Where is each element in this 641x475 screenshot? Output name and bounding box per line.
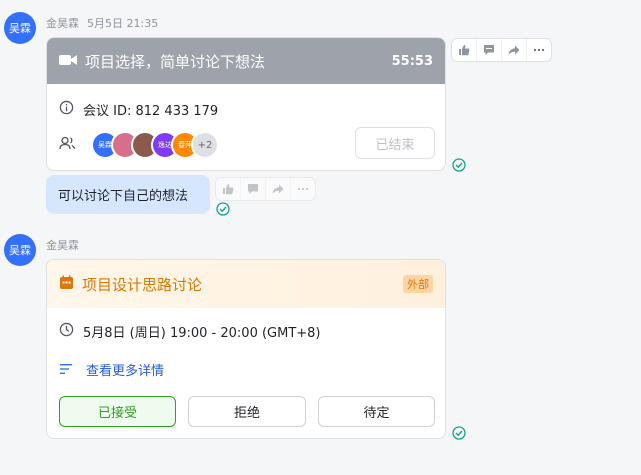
meeting-duration: 55:53 [391, 53, 433, 69]
read-receipt-icon[interactable] [452, 425, 466, 440]
read-receipt-icon[interactable] [452, 157, 466, 172]
video-camera-icon [59, 52, 77, 71]
sender-name: 金昊霖 [46, 17, 79, 30]
accepted-button[interactable]: 已接受 [59, 396, 176, 427]
thumbs-up-icon[interactable] [452, 39, 477, 61]
sender-name: 金昊霖 [46, 239, 79, 252]
meeting-card[interactable]: 项目选择，简单讨论下想法 55:53 会议 ID: 812 433 179 吴霖… [46, 37, 446, 171]
meeting-id: 会议 ID: 812 433 179 [83, 104, 219, 119]
meeting-id-row: 会议 ID: 812 433 179 [59, 100, 218, 119]
info-icon [59, 100, 74, 119]
read-receipt-icon[interactable] [216, 201, 230, 216]
reply-icon[interactable] [477, 39, 502, 61]
forward-icon[interactable] [502, 39, 527, 61]
meeting-title: 项目选择，简单讨论下想法 [85, 52, 266, 71]
more-icon[interactable] [291, 178, 315, 200]
event-time: 5月8日 (周日) 19:00 - 20:00 (GMT+8) [83, 326, 321, 341]
clock-icon [59, 322, 74, 341]
calendar-icon [59, 275, 74, 294]
message-text: 可以讨论下自己的想法 [58, 189, 189, 204]
calendar-invite-card[interactable]: 项目设计思路讨论 外部 5月8日 (周日) 19:00 - 20:00 (GMT… [46, 259, 446, 439]
forward-icon[interactable] [266, 178, 291, 200]
more-participants-count: +2 [191, 131, 219, 159]
event-title: 项目设计思路讨论 [82, 275, 203, 294]
details-list-icon [59, 360, 73, 379]
tentative-button[interactable]: 待定 [318, 396, 435, 427]
message-actions-toolbar [215, 177, 316, 201]
message-meta: 金昊霖 [46, 237, 79, 253]
view-details-link[interactable]: 查看更多详情 [59, 360, 164, 379]
avatar[interactable]: 吴霖 [4, 12, 36, 44]
reply-icon[interactable] [241, 178, 266, 200]
participants-icon [59, 136, 76, 155]
participant-avatars[interactable]: 吴霖 逸达 春萍 +2 [91, 131, 219, 159]
meeting-card-header: 项目选择，简单讨论下想法 55:53 [47, 38, 445, 84]
external-badge: 外部 [403, 275, 433, 293]
message-meta: 金昊霖 5月5日 21:35 [46, 15, 158, 31]
thumbs-up-icon[interactable] [216, 178, 241, 200]
event-time-row: 5月8日 (周日) 19:00 - 20:00 (GMT+8) [59, 322, 321, 341]
calendar-card-header: 项目设计思路讨论 外部 [47, 260, 445, 308]
message-actions-toolbar [451, 38, 552, 62]
message-time: 5月5日 21:35 [87, 17, 159, 30]
participants-row: 吴霖 逸达 春萍 +2 [59, 131, 219, 159]
meeting-ended-button: 已结束 [355, 127, 435, 159]
more-icon[interactable] [527, 39, 551, 61]
text-message-bubble[interactable]: 可以讨论下自己的想法 [46, 175, 210, 214]
decline-button[interactable]: 拒绝 [188, 396, 306, 427]
avatar[interactable]: 吴霖 [4, 234, 36, 266]
view-details-label: 查看更多详情 [86, 364, 165, 379]
